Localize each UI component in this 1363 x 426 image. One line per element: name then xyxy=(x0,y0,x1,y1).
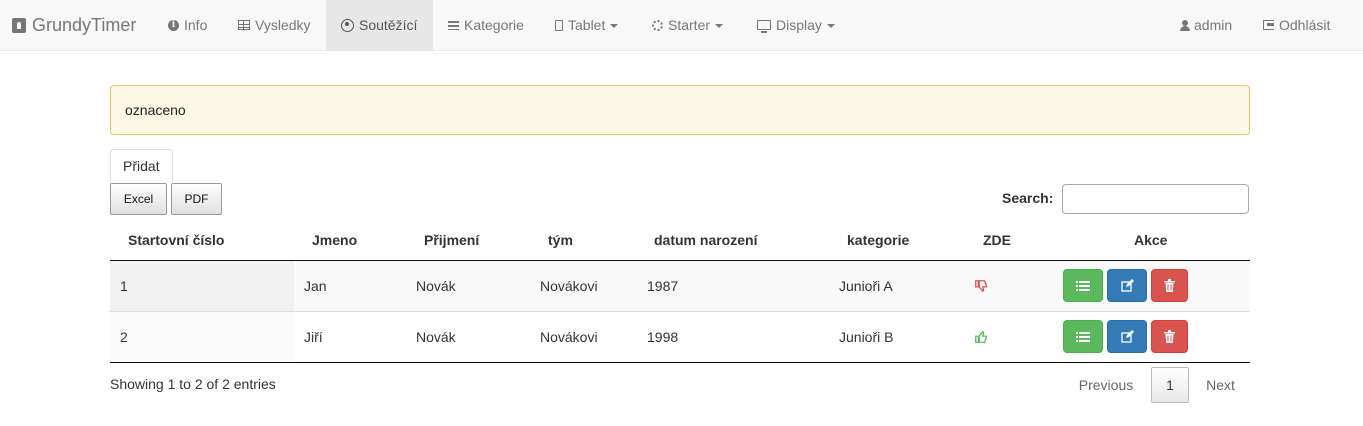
pagination-previous[interactable]: Previous xyxy=(1066,367,1146,403)
info-circle-icon: i xyxy=(168,19,179,31)
column-header-prijmeni[interactable]: Přijmení xyxy=(424,232,479,248)
user-circle-icon xyxy=(341,18,354,32)
cell-start-number: 2 xyxy=(120,329,128,345)
column-header-zde[interactable]: ZDE xyxy=(983,232,1011,248)
logout-label: Odhlásit xyxy=(1279,17,1331,33)
column-header-tym[interactable]: tým xyxy=(548,232,573,248)
caret-down-icon xyxy=(715,24,724,28)
delete-button[interactable] xyxy=(1151,269,1188,302)
cell-tym: Novákovi xyxy=(540,278,598,294)
cell-datum: 1998 xyxy=(647,329,679,345)
nav-item-starter[interactable]: Starter xyxy=(637,0,738,50)
nav-item-tablet[interactable]: Tablet xyxy=(540,0,633,50)
table-icon xyxy=(238,20,250,30)
nav-item-label: Starter xyxy=(668,17,711,33)
pagination-page-1[interactable]: 1 xyxy=(1151,367,1189,403)
cell-datum: 1987 xyxy=(647,278,679,294)
column-header-datum[interactable]: datum narození xyxy=(654,232,757,248)
cell-start-number: 1 xyxy=(120,278,128,294)
top-navbar: GrundyTimer i Info Vysledky Soutěžící Ka… xyxy=(0,0,1363,51)
logout-link[interactable]: Odhlásit xyxy=(1248,0,1345,50)
nav-item-display[interactable]: Display xyxy=(742,0,850,50)
sorted-column-bg xyxy=(110,261,294,311)
thumbs-up-icon[interactable] xyxy=(974,330,988,344)
search-label: Search: xyxy=(1002,190,1054,206)
cell-prijmeni: Novák xyxy=(416,278,456,294)
nav-item-label: Display xyxy=(776,17,822,33)
brand-name: GrundyTimer xyxy=(32,14,137,35)
list-icon xyxy=(448,20,459,30)
edit-button[interactable] xyxy=(1107,269,1147,302)
alert-text: oznaceno xyxy=(125,102,186,118)
column-header-jmeno[interactable]: Jmeno xyxy=(312,232,357,248)
pagination-next[interactable]: Next xyxy=(1193,367,1248,403)
nav-item-label: Kategorie xyxy=(464,17,524,33)
list-button[interactable] xyxy=(1063,320,1103,353)
table-info: Showing 1 to 2 of 2 entries xyxy=(110,376,276,392)
username: admin xyxy=(1194,17,1233,33)
nav-item-vysledky[interactable]: Vysledky xyxy=(223,0,326,50)
nav-item-label: Tablet xyxy=(568,17,606,33)
search-input[interactable] xyxy=(1062,184,1249,214)
cell-kategorie: Junioři B xyxy=(839,329,894,345)
column-header-kategorie[interactable]: kategorie xyxy=(847,232,909,248)
nav-item-label: Soutěžící xyxy=(359,17,418,33)
nav-item-label: Vysledky xyxy=(255,17,311,33)
edit-icon xyxy=(1120,330,1134,343)
user-icon xyxy=(1180,19,1190,31)
caret-down-icon xyxy=(610,24,619,28)
nav-item-label: Info xyxy=(184,17,208,33)
table-row: 1 Jan Novák Novákovi 1987 Junioři A xyxy=(110,261,1250,311)
cell-prijmeni: Novák xyxy=(416,329,456,345)
tablet-icon xyxy=(555,19,563,31)
sorted-column-bg xyxy=(110,312,294,362)
excel-export-button[interactable]: Excel xyxy=(110,183,167,215)
nav-item-kategorie[interactable]: Kategorie xyxy=(433,0,539,50)
table-bottom-border xyxy=(110,362,1250,363)
column-header-akce: Akce xyxy=(1134,232,1168,248)
list-button[interactable] xyxy=(1063,269,1103,302)
edit-icon xyxy=(1120,279,1134,292)
logout-icon xyxy=(1263,20,1274,30)
cell-tym: Novákovi xyxy=(540,329,598,345)
sun-icon xyxy=(652,19,663,31)
cell-kategorie: Junioři A xyxy=(839,278,893,294)
nav-item-soutezici[interactable]: Soutěžící xyxy=(326,0,433,50)
table-row: 2 Jiří Novák Novákovi 1998 Junioři B xyxy=(110,312,1250,362)
pdf-export-button[interactable]: PDF xyxy=(171,183,222,215)
alert-message: oznaceno xyxy=(110,85,1250,135)
delete-button[interactable] xyxy=(1151,320,1188,353)
trash-icon xyxy=(1164,279,1175,292)
nav-user[interactable]: admin xyxy=(1165,0,1247,50)
column-header-start-number[interactable]: Startovní číslo xyxy=(128,232,224,248)
add-button[interactable]: Přidat xyxy=(110,149,173,182)
cell-jmeno: Jan xyxy=(304,278,327,294)
monitor-icon xyxy=(757,20,771,33)
list-icon xyxy=(1076,331,1090,342)
nav-item-info[interactable]: i Info xyxy=(153,0,222,50)
trash-icon xyxy=(1164,330,1175,343)
caret-down-icon xyxy=(826,24,835,28)
cell-jmeno: Jiří xyxy=(304,329,323,345)
brand-icon xyxy=(12,17,26,33)
thumbs-down-icon[interactable] xyxy=(974,279,988,293)
edit-button[interactable] xyxy=(1107,320,1147,353)
list-icon xyxy=(1076,280,1090,291)
brand[interactable]: GrundyTimer xyxy=(12,0,136,50)
